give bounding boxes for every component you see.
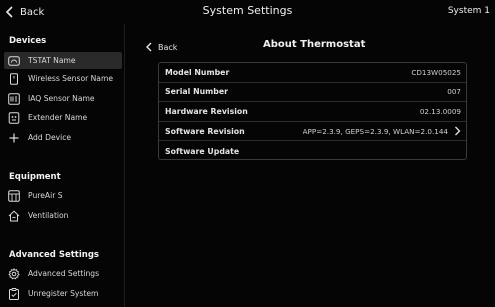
info-row-software-revision[interactable]: Software Revision APP=2.3.9, GEPS=2.3.9,… <box>159 122 466 142</box>
row-label: Software Update <box>165 146 240 156</box>
row-label: Serial Number <box>165 87 228 97</box>
row-value: 02.13.0009 <box>419 106 461 116</box>
sidebar-item-pureair[interactable]: PureAir S <box>4 187 122 204</box>
chevron-left-icon <box>5 6 13 18</box>
system-selector[interactable]: System 1 <box>448 6 490 16</box>
section-title: About Thermostat <box>263 39 366 50</box>
sidebar-item-label: IAQ Sensor Name <box>28 94 95 103</box>
info-row-serial-number: Serial Number 007 <box>159 83 466 103</box>
row-label: Model Number <box>165 67 230 77</box>
sidebar-item-label: Wireless Sensor Name <box>28 74 114 83</box>
sidebar-item-label: Ventilation <box>28 211 69 220</box>
sidebar-item-label: TSTAT Name <box>28 56 76 65</box>
air-purifier-icon <box>8 189 20 202</box>
extender-icon <box>8 111 20 124</box>
top-bar: Back System Settings System 1 <box>0 0 495 24</box>
clipboard-check-icon <box>8 287 20 300</box>
chevron-left-icon <box>146 42 152 52</box>
sidebar: Devices TSTAT Name Wireless Sensor Name … <box>0 24 125 307</box>
sidebar-item-iaq-sensor[interactable]: IAQ Sensor Name <box>4 90 122 107</box>
top-back-label: Back <box>20 6 45 18</box>
plus-icon <box>8 132 20 144</box>
sidebar-item-label: Extender Name <box>28 113 88 122</box>
thermostat-icon <box>8 55 20 67</box>
chevron-right-icon <box>455 126 461 136</box>
sidebar-item-extender[interactable]: Extender Name <box>4 109 122 126</box>
top-back-button[interactable]: Back <box>5 4 44 20</box>
section-header-devices: Devices <box>9 36 47 46</box>
page-title: System Settings <box>202 4 293 17</box>
ventilation-house-icon <box>8 210 20 222</box>
row-value: 007 <box>447 87 461 97</box>
info-table: Model Number CD13W05025 Serial Number 00… <box>158 62 467 160</box>
sidebar-item-add-device[interactable]: Add Device <box>4 129 122 146</box>
iaq-sensor-icon <box>8 92 20 105</box>
sidebar-item-label: PureAir S <box>28 191 63 200</box>
sidebar-item-label: Add Device <box>28 133 72 142</box>
sidebar-item-wireless-sensor[interactable]: Wireless Sensor Name <box>4 70 122 87</box>
wireless-sensor-icon <box>8 72 20 85</box>
sidebar-item-tstat[interactable]: TSTAT Name <box>4 52 122 69</box>
gear-icon <box>8 267 20 280</box>
info-row-software-update[interactable]: Software Update <box>159 141 466 159</box>
sidebar-item-label: Unregister System <box>28 289 99 298</box>
row-label: Hardware Revision <box>165 106 248 116</box>
section-header-equipment: Equipment <box>9 172 61 182</box>
section-header-advanced: Advanced Settings <box>9 250 99 260</box>
row-label: Software Revision <box>165 126 245 136</box>
info-row-hardware-revision: Hardware Revision 02.13.0009 <box>159 102 466 122</box>
back-label: Back <box>158 42 178 52</box>
row-value: CD13W05025 <box>411 67 461 77</box>
back-button[interactable]: Back <box>145 40 177 54</box>
row-value: APP=2.3.9, GEPS=2.3.9, WLAN=2.0.144 <box>302 126 448 136</box>
sidebar-item-ventilation[interactable]: Ventilation <box>4 207 122 224</box>
sidebar-item-label: Advanced Settings <box>28 269 100 278</box>
sidebar-item-unregister[interactable]: Unregister System <box>4 285 122 302</box>
sidebar-item-advanced-settings[interactable]: Advanced Settings <box>4 265 122 282</box>
info-row-model-number: Model Number CD13W05025 <box>159 63 466 83</box>
